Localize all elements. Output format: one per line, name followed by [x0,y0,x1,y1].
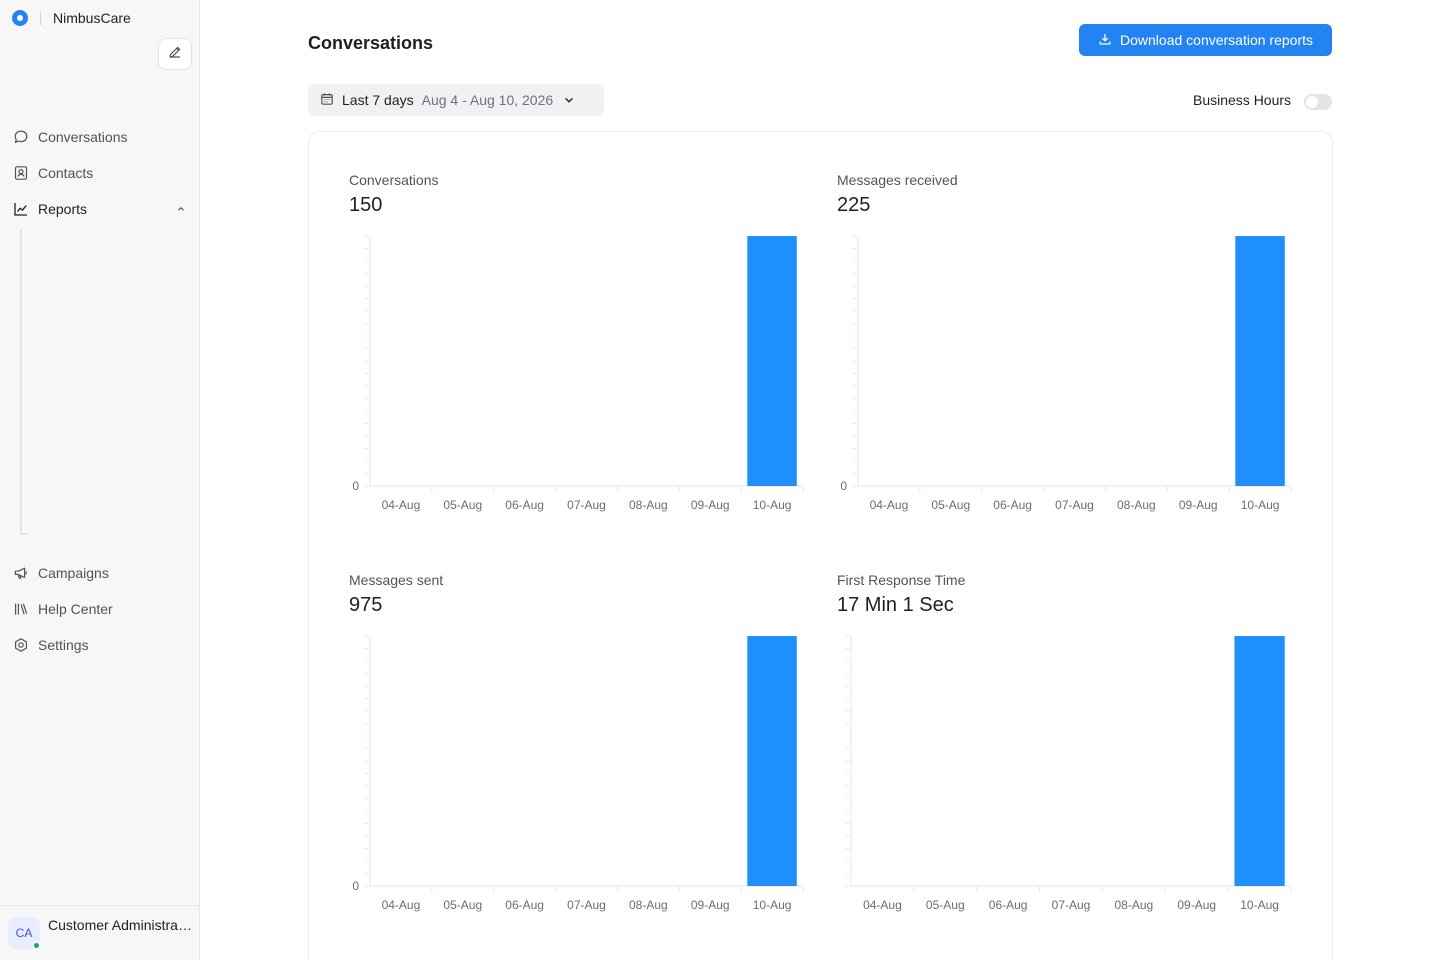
metric-messages-sent: Messages sent 975 0 04-Aug 05-Aug 06-Aug 07-… [349,572,809,932]
x-tick-label: 07-Aug [1052,898,1091,912]
date-range-label: Last 7 days [342,92,414,108]
sidebar-item-label: Help Center [38,601,113,617]
brand[interactable]: NimbusCare [12,8,131,28]
sidebar-item-label: Campaigns [38,565,109,581]
gear-icon [12,636,30,654]
sidebar-item-label: Settings [38,637,89,653]
avatar: CA [8,917,41,950]
x-tick-label: 10-Aug [753,898,792,912]
chat-bubble-icon [12,128,30,146]
download-icon [1098,32,1112,49]
page-title: Conversations [308,33,434,53]
brand-divider [40,11,41,25]
x-tick-label: 07-Aug [567,498,606,512]
date-range-value: Aug 4 - Aug 10, 2026 [421,92,554,108]
x-tick-label: 04-Aug [870,498,909,512]
avatar-initials: CA [15,926,33,940]
x-tick-label: 08-Aug [1117,498,1156,512]
business-hours-toggle[interactable] [1304,94,1332,110]
toggle-knob [1306,96,1318,108]
download-reports-button[interactable]: Download conversation reports [1079,24,1332,56]
metric-label: Messages sent [349,572,444,588]
x-tick-label: 07-Aug [567,898,606,912]
sidebar-item-contacts[interactable]: Contacts [12,159,192,187]
megaphone-icon [12,564,30,582]
sidebar-item-settings[interactable]: Settings [12,631,192,659]
first-response-time-bar-chart: 04-Aug 05-Aug 06-Aug 07-Aug 08-Aug 09-Aug 10-A… [845,635,1292,912]
date-range-filter[interactable]: Last 7 days Aug 4 - Aug 10, 2026 [308,84,604,116]
app-root: NimbusCare Conversations Contacts Report… [0,0,1440,960]
sidebar: NimbusCare Conversations Contacts Report… [0,0,200,960]
x-tick-label: 07-Aug [1055,498,1094,512]
x-tick-label: 08-Aug [1115,898,1154,912]
user-profile[interactable]: CA Customer Administrator [0,905,200,960]
metric-value: 975 [349,594,383,616]
sidebar-item-label: Conversations [38,129,128,145]
messages-sent-bar-chart: 0 04-Aug 05-Aug 06-Aug 07-Aug 08-Aug 09-Aug 10-… [352,635,804,912]
x-tick-label: 05-Aug [931,498,970,512]
conversations-bar-chart: 0 04-Aug 05-Aug 06-Aug 07-Aug 08-Aug 09-Aug 10-… [352,235,804,512]
metrics-card: Conversations 150 0 04-Aug 05-Aug 06-Aug 07-… [308,131,1333,960]
metric-label: Messages received [837,172,958,188]
metric-value: 17 Min 1 Sec [837,594,954,616]
chart-bar [1234,636,1285,886]
chevron-up-icon[interactable] [176,201,186,217]
online-status-indicator [32,941,41,950]
user-name: Customer Administrator [48,917,193,933]
x-tick-label: 09-Aug [1177,898,1216,912]
contact-card-icon [12,164,30,182]
x-tick-label: 04-Aug [382,898,421,912]
x-tick-label: 06-Aug [993,498,1032,512]
x-tick-label: 09-Aug [691,498,730,512]
chart-bar [747,636,797,886]
y-tick-label: 0 [352,479,359,493]
calendar-icon [320,92,334,109]
x-tick-label: 05-Aug [926,898,965,912]
brand-name: NimbusCare [53,10,131,26]
sidebar-item-label: Contacts [38,165,94,181]
x-tick-label: 10-Aug [1240,898,1279,912]
y-tick-label: 0 [352,879,359,893]
sidebar-item-campaigns[interactable]: Campaigns [12,559,192,587]
metric-messages-received: Messages received 225 0 04-Aug 05-Aug 06-Au… [837,172,1297,532]
x-tick-label: 09-Aug [691,898,730,912]
x-tick-label: 10-Aug [1241,498,1280,512]
download-reports-label: Download conversation reports [1120,32,1313,48]
x-tick-label: 10-Aug [753,498,792,512]
compose-button[interactable] [158,38,192,70]
x-tick-label: 04-Aug [863,898,902,912]
x-tick-label: 06-Aug [505,898,544,912]
x-tick-label: 06-Aug [505,498,544,512]
x-tick-label: 09-Aug [1179,498,1218,512]
x-tick-label: 08-Aug [629,498,668,512]
metric-label: Conversations [349,172,439,188]
metric-value: 150 [349,194,383,216]
line-chart-icon [12,200,30,218]
sidebar-item-reports[interactable]: Reports [12,195,192,223]
metric-conversations: Conversations 150 0 04-Aug 05-Aug 06-Aug 07-… [349,172,809,532]
library-icon [12,600,30,618]
brand-logo-icon [12,10,28,26]
pencil-icon [168,45,182,64]
x-tick-label: 08-Aug [629,898,668,912]
x-tick-label: 05-Aug [443,898,482,912]
reports-submenu-rail [20,230,28,535]
metric-first-response-time: First Response Time 17 Min 1 Sec 04-Aug 0… [837,572,1297,932]
sidebar-item-conversations[interactable]: Conversations [12,123,192,151]
x-tick-label: 04-Aug [382,498,421,512]
chart-bar [1235,236,1285,486]
y-tick-label: 0 [840,479,847,493]
metric-label: First Response Time [837,572,966,588]
chart-bar [747,236,797,486]
x-tick-label: 05-Aug [443,498,482,512]
messages-received-bar-chart: 0 04-Aug 05-Aug 06-Aug 07-Aug 08-Aug 09-Aug 10-… [840,235,1292,512]
sidebar-item-label: Reports [38,201,88,217]
sidebar-item-help-center[interactable]: Help Center [12,595,192,623]
chevron-down-icon [563,94,575,106]
metric-value: 225 [837,194,871,216]
x-tick-label: 06-Aug [989,898,1028,912]
business-hours-label: Business Hours [1193,92,1292,108]
